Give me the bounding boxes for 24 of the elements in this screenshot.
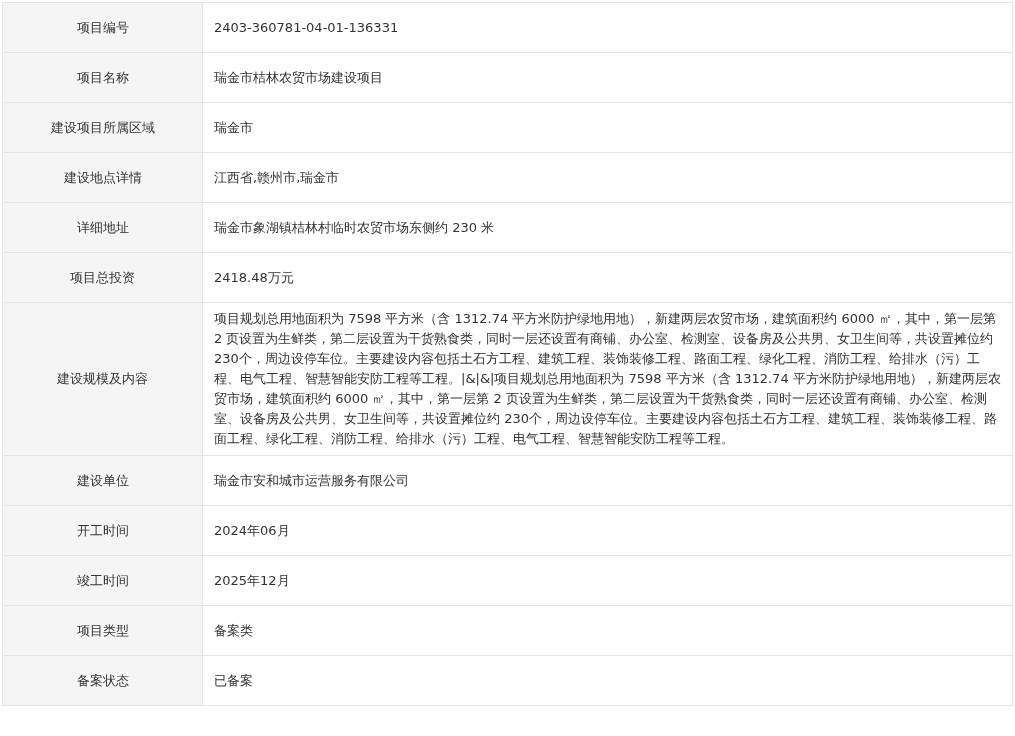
field-value: 2418.48万元 bbox=[214, 268, 294, 287]
field-label: 建设规模及内容 bbox=[57, 370, 148, 388]
field-value: 瑞金市桔林农贸市场建设项目 bbox=[214, 68, 383, 87]
field-label: 项目类型 bbox=[76, 621, 129, 640]
field-value: 江西省,赣州市,瑞金市 bbox=[214, 168, 340, 187]
field-label: 详细地址 bbox=[76, 218, 129, 237]
field-label: 开工时间 bbox=[76, 521, 129, 540]
field-value: 项目规划总用地面积为 7598 平方米（含 1312.74 平方米防护绿地用地），新建两层农贸市场，建筑面积约 6000 ㎡，其中，第一层第 2 页设置为生鲜类，第二层设置为干货熟食类，同时一层还设置有商铺、办公室、检测室、设备房及公共男、女卫生间等，共设置摊位约 230个，周边设停车位。主要建设内容包括土石方工程、建筑工程、装饰装修工程、路面工程、绿化工程、消防工程、给排水（污）工程、电气工程、智慧智能安防工程等工程。|&|&|项目规划总用地面积为 7598 平方米（含 1312.74 平方米防护绿地用地），新建两层农贸市场，建筑面积约 6000 ㎡，其中，第一层第 2 页设置为生鲜类，第二层设置为干货熟食类，同时一层还设置有商铺、办公室、检测室、设备房及公共男、女卫生间等，共设置摊位约 230个，周边设停车位。主要建设内容包括土石方工程、建筑工程、装饰装修工程、路面工程、绿化工程、消防工程、给排水（污）工程、电气工程、智慧智能安防工程等工程。 bbox=[214, 310, 1002, 448]
field-label: 项目总投资 bbox=[70, 268, 135, 287]
field-value: 已备案 bbox=[214, 671, 253, 690]
field-label: 备案状态 bbox=[76, 671, 129, 690]
field-value: 2024年06月 bbox=[214, 521, 290, 540]
field-value: 瑞金市 bbox=[214, 118, 253, 137]
field-value: 2403-360781-04-01-136331 bbox=[214, 18, 399, 37]
field-label: 建设项目所属区域 bbox=[50, 118, 155, 137]
field-value: 2025年12月 bbox=[214, 571, 290, 590]
field-label: 项目名称 bbox=[76, 68, 129, 87]
field-label: 建设单位 bbox=[76, 471, 129, 490]
field-value: 备案类 bbox=[214, 621, 253, 640]
field-value: 瑞金市安和城市运营服务有限公司 bbox=[214, 471, 409, 490]
field-label: 竣工时间 bbox=[76, 571, 129, 590]
field-label: 建设地点详情 bbox=[63, 168, 142, 187]
field-value: 瑞金市象湖镇桔林村临时农贸市场东侧约 230 米 bbox=[214, 218, 495, 237]
field-label: 项目编号 bbox=[76, 18, 129, 37]
